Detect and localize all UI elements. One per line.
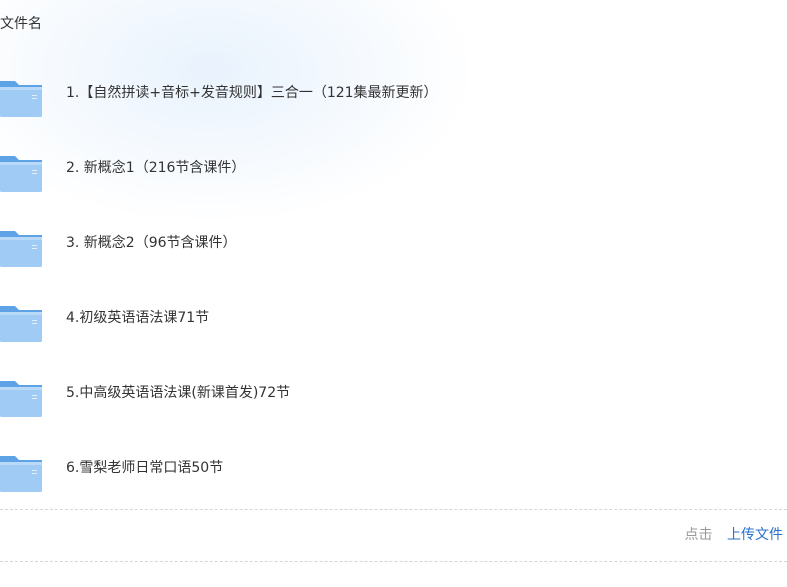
file-row[interactable]: 2. 新概念1（216节含课件） <box>0 135 787 210</box>
file-name[interactable]: 4.初级英语语法课71节 <box>66 308 209 328</box>
file-name[interactable]: 5.中高级英语语法课(新课首发)72节 <box>66 383 290 403</box>
file-list: 1.【自然拼读+音标+发音规则】三合一（121集最新更新） 2. 新概念1（21… <box>0 60 787 510</box>
file-row[interactable]: 1.【自然拼读+音标+发音规则】三合一（121集最新更新） <box>0 60 787 135</box>
file-browser-page: 文件名 1.【自然拼读+音标+发音规则】三合一（121集最新更新） 2. 新概念… <box>0 0 787 587</box>
file-name[interactable]: 1.【自然拼读+音标+发音规则】三合一（121集最新更新） <box>66 83 438 103</box>
file-row[interactable]: 4.初级英语语法课71节 <box>0 285 787 360</box>
column-header-filename[interactable]: 文件名 <box>0 14 42 34</box>
folder-icon <box>0 305 42 342</box>
folder-icon <box>0 80 42 117</box>
folder-icon <box>0 380 42 417</box>
file-row[interactable]: 5.中高级英语语法课(新课首发)72节 <box>0 360 787 435</box>
upload-hint: 点击 <box>684 527 713 543</box>
file-name[interactable]: 3. 新概念2（96节含课件） <box>66 233 237 253</box>
file-name[interactable]: 2. 新概念1（216节含课件） <box>66 158 245 178</box>
file-row[interactable]: 6.雪梨老师日常口语50节 <box>0 435 787 510</box>
folder-icon <box>0 455 42 492</box>
file-row[interactable]: 3. 新概念2（96节含课件） <box>0 210 787 285</box>
divider <box>0 561 787 562</box>
folder-icon <box>0 230 42 267</box>
upload-bar: 点击 上传文件 <box>685 525 783 545</box>
folder-icon <box>0 155 42 192</box>
file-name[interactable]: 6.雪梨老师日常口语50节 <box>66 458 223 478</box>
divider <box>0 509 787 510</box>
upload-file-link[interactable]: 上传文件 <box>727 527 783 543</box>
